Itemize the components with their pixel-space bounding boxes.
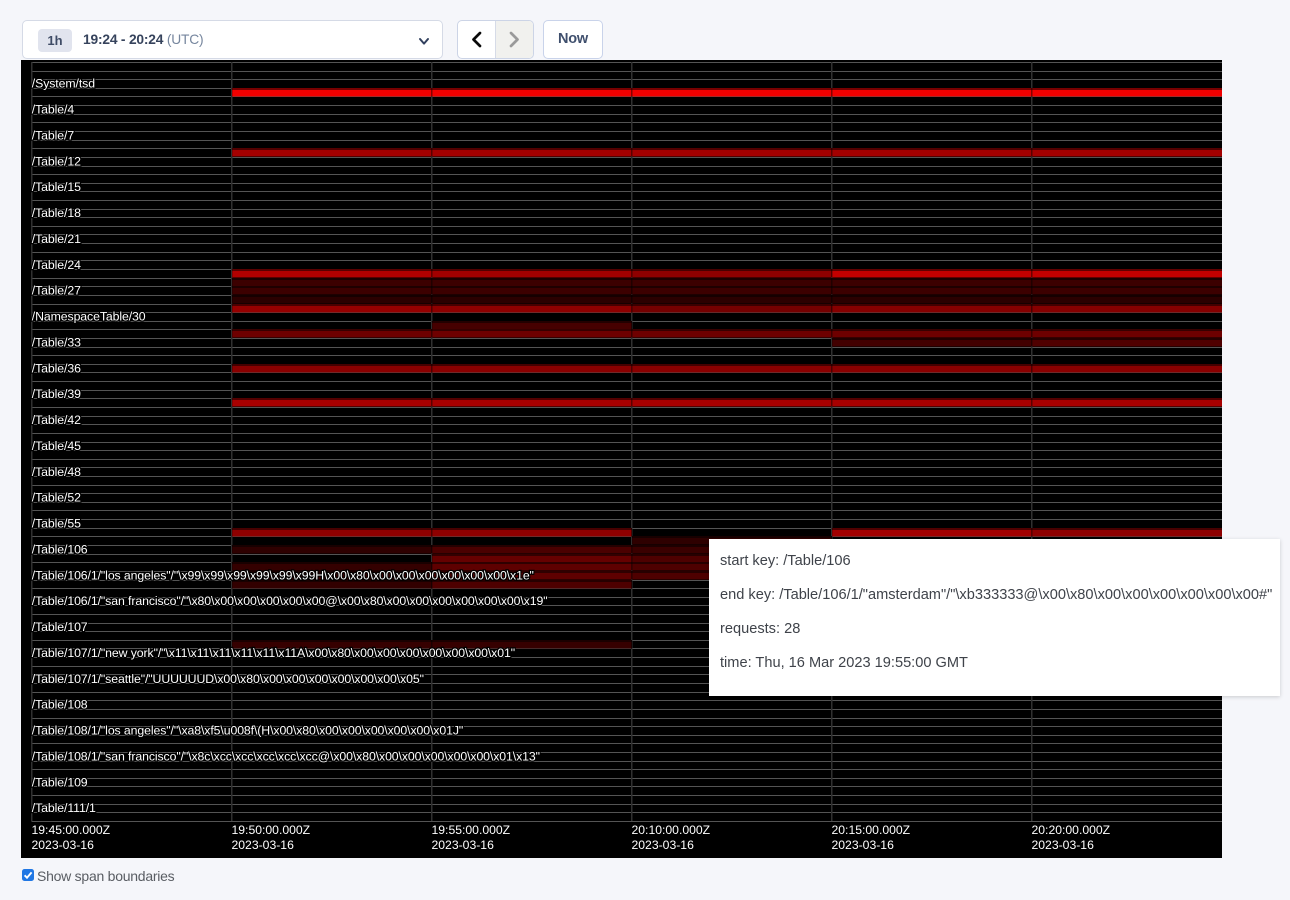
svg-text:/System/tsd: /System/tsd bbox=[32, 77, 95, 91]
svg-text:2023-03-16: 2023-03-16 bbox=[432, 838, 495, 852]
svg-text:/Table/106/1/"los angeles"/"\x: /Table/106/1/"los angeles"/"\x99\x99\x99… bbox=[32, 568, 534, 582]
svg-text:/Table/24: /Table/24 bbox=[32, 258, 81, 272]
svg-text:/Table/108/1/"san francisco"/": /Table/108/1/"san francisco"/"\x8c\xcc\x… bbox=[32, 749, 540, 763]
svg-text:/Table/39: /Table/39 bbox=[32, 387, 81, 401]
svg-text:20:10:00.000Z: 20:10:00.000Z bbox=[632, 823, 711, 837]
svg-text:/Table/106: /Table/106 bbox=[32, 542, 88, 556]
svg-text:/NamespaceTable/30: /NamespaceTable/30 bbox=[32, 310, 146, 324]
svg-text:/Table/12: /Table/12 bbox=[32, 154, 81, 168]
svg-text:/Table/107: /Table/107 bbox=[32, 620, 88, 634]
svg-text:/Table/107/1/"seattle"/"UUUUUU: /Table/107/1/"seattle"/"UUUUUUD\x00\x80\… bbox=[32, 672, 424, 686]
svg-text:2023-03-16: 2023-03-16 bbox=[32, 838, 95, 852]
svg-text:2023-03-16: 2023-03-16 bbox=[232, 838, 295, 852]
svg-text:/Table/106/1/"san francisco"/": /Table/106/1/"san francisco"/"\x80\x00\x… bbox=[32, 594, 548, 608]
svg-text:/Table/111/1: /Table/111/1 bbox=[32, 801, 96, 815]
svg-text:/Table/4: /Table/4 bbox=[32, 103, 75, 117]
svg-text:19:45:00.000Z: 19:45:00.000Z bbox=[32, 823, 111, 837]
svg-text:19:55:00.000Z: 19:55:00.000Z bbox=[432, 823, 511, 837]
svg-text:/Table/108: /Table/108 bbox=[32, 698, 88, 712]
svg-text:2023-03-16: 2023-03-16 bbox=[832, 838, 895, 852]
svg-text:2023-03-16: 2023-03-16 bbox=[632, 838, 695, 852]
svg-text:/Table/108/1/"los angeles"/"\x: /Table/108/1/"los angeles"/"\xa8\xf5\u00… bbox=[32, 724, 463, 738]
svg-text:/Table/45: /Table/45 bbox=[32, 439, 81, 453]
svg-text:2023-03-16: 2023-03-16 bbox=[1032, 838, 1095, 852]
svg-text:/Table/48: /Table/48 bbox=[32, 465, 81, 479]
svg-text:/Table/107/1/"new york"/"\x11\: /Table/107/1/"new york"/"\x11\x11\x11\x1… bbox=[32, 646, 515, 660]
svg-text:19:50:00.000Z: 19:50:00.000Z bbox=[232, 823, 311, 837]
svg-text:/Table/42: /Table/42 bbox=[32, 413, 81, 427]
svg-text:20:20:00.000Z: 20:20:00.000Z bbox=[1032, 823, 1111, 837]
svg-text:/Table/18: /Table/18 bbox=[32, 206, 81, 220]
svg-text:20:15:00.000Z: 20:15:00.000Z bbox=[832, 823, 911, 837]
svg-text:/Table/15: /Table/15 bbox=[32, 180, 81, 194]
svg-text:/Table/21: /Table/21 bbox=[32, 232, 81, 246]
svg-text:/Table/55: /Table/55 bbox=[32, 517, 81, 531]
svg-text:/Table/7: /Table/7 bbox=[32, 128, 75, 142]
svg-text:/Table/109: /Table/109 bbox=[32, 775, 88, 789]
svg-text:/Table/52: /Table/52 bbox=[32, 491, 81, 505]
svg-text:/Table/33: /Table/33 bbox=[32, 335, 81, 349]
svg-text:/Table/27: /Table/27 bbox=[32, 284, 81, 298]
svg-text:/Table/36: /Table/36 bbox=[32, 361, 81, 375]
